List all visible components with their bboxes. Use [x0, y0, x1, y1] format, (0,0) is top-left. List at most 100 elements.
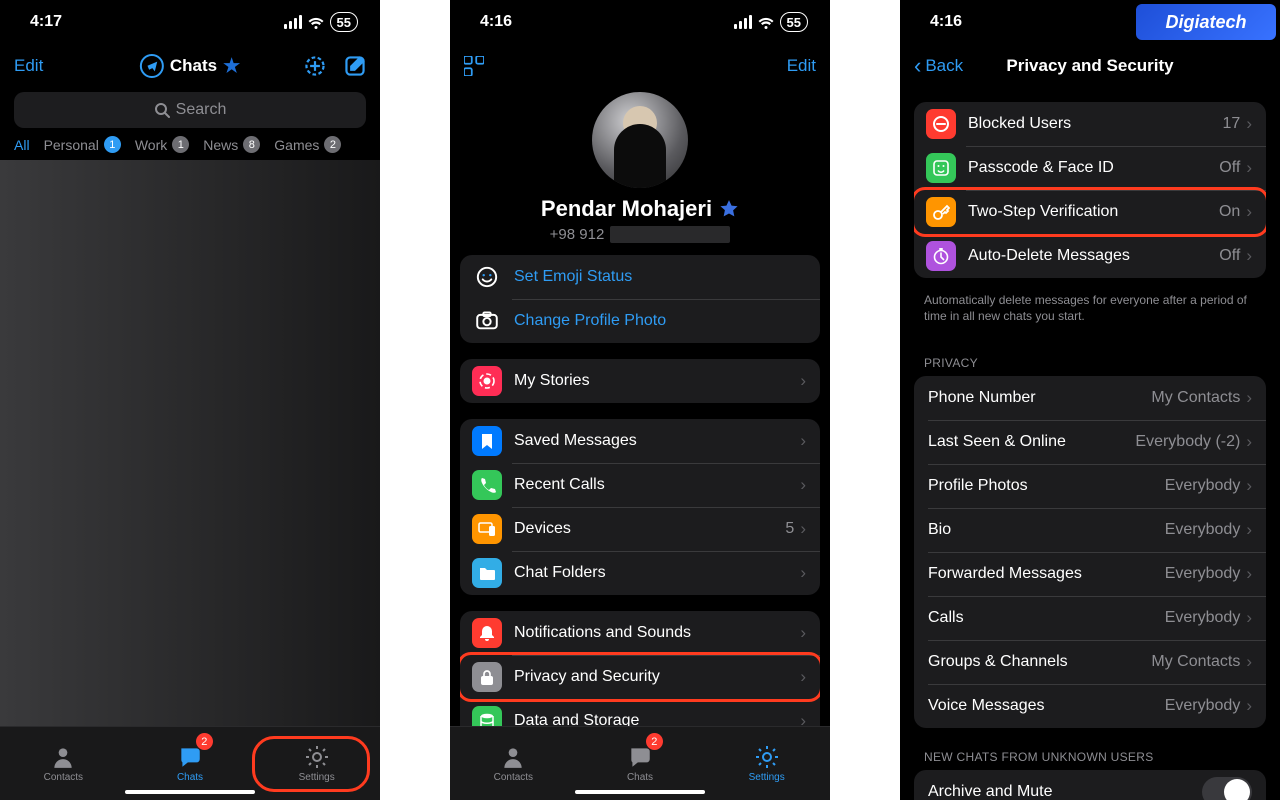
page-title: Privacy and Security [1006, 56, 1173, 76]
lock-icon [472, 662, 502, 692]
battery-indicator: 55 [780, 12, 808, 32]
chevron-right-icon: › [1246, 114, 1252, 134]
gear-icon [754, 744, 780, 770]
filter-personal[interactable]: Personal1 [44, 136, 121, 153]
nav-bar: Edit [450, 44, 830, 88]
brand-logo: Digiatech [1136, 4, 1276, 40]
cell-data-and-storage[interactable]: Data and Storage› [460, 699, 820, 726]
avatar[interactable] [592, 92, 688, 188]
nav-bar: ‹ Back Privacy and Security [900, 44, 1280, 88]
archive-switch[interactable] [1202, 777, 1252, 800]
chevron-right-icon: › [1246, 520, 1252, 540]
filter-work[interactable]: Work1 [135, 136, 189, 153]
chevron-right-icon: › [1246, 608, 1252, 628]
cell-auto-delete-messages[interactable]: Auto-Delete MessagesOff› [914, 234, 1266, 278]
camera-icon [472, 306, 502, 336]
profile-name: Pendar Mohajeri [450, 196, 830, 222]
cell-phone-number[interactable]: Phone NumberMy Contacts› [914, 376, 1266, 420]
tab-settings[interactable]: Settings [703, 727, 830, 800]
settings-group-3: Notifications and Sounds›Privacy and Sec… [460, 611, 820, 726]
qr-icon[interactable] [464, 56, 484, 76]
contacts-icon [50, 744, 76, 770]
chevron-right-icon: › [800, 519, 806, 539]
cell-last-seen-online[interactable]: Last Seen & OnlineEverybody (-2)› [914, 420, 1266, 464]
chevron-right-icon: › [1246, 246, 1252, 266]
cell-recent-calls[interactable]: Recent Calls› [460, 463, 820, 507]
my-stories[interactable]: My Stories › [460, 359, 820, 403]
chevron-right-icon: › [1246, 388, 1252, 408]
stories-icon [472, 366, 502, 396]
chevron-right-icon: › [800, 623, 806, 643]
cell-privacy-and-security[interactable]: Privacy and Security› [460, 655, 820, 699]
profile-actions-group: Set Emoji Status Change Profile Photo [460, 255, 820, 343]
new-chat-icon[interactable] [304, 55, 326, 77]
back-button[interactable]: ‹ Back [914, 53, 963, 79]
nav-bar: Edit Chats ★ [0, 44, 380, 88]
cell-calls[interactable]: CallsEverybody› [914, 596, 1266, 640]
cell-blocked-users[interactable]: Blocked Users17› [914, 102, 1266, 146]
signal-icon [284, 15, 302, 29]
timer-icon [926, 241, 956, 271]
security-group: Blocked Users17›Passcode & Face IDOff›Tw… [914, 102, 1266, 278]
phone-redacted [610, 226, 730, 243]
wifi-icon [308, 16, 324, 29]
tab-settings[interactable]: Settings [253, 727, 380, 800]
star-icon [719, 199, 739, 219]
cell-devices[interactable]: Devices5› [460, 507, 820, 551]
screen-privacy: Digiatech 4:16 ‹ Back Privacy and Securi… [900, 0, 1280, 800]
screen-chats: 4:17 55 Edit Chats ★ Search All Personal1… [0, 0, 380, 800]
cell-notifications-and-sounds[interactable]: Notifications and Sounds› [460, 611, 820, 655]
gear-icon [304, 744, 330, 770]
status-bar: 4:16 55 [450, 0, 830, 44]
tab-bar: Contacts Chats 2 Settings [450, 726, 830, 800]
archive-and-mute[interactable]: Archive and Mute [914, 770, 1266, 800]
cell-two-step-verification[interactable]: Two-Step VerificationOn› [914, 190, 1266, 234]
profile-phone: +98 912 [450, 226, 830, 243]
newchats-header: New Chats from Unknown Users [902, 736, 1278, 770]
bookmark-icon [472, 426, 502, 456]
clock: 4:17 [30, 13, 62, 31]
cell-chat-folders[interactable]: Chat Folders› [460, 551, 820, 595]
chevron-right-icon: › [800, 371, 806, 391]
cell-profile-photos[interactable]: Profile PhotosEverybody› [914, 464, 1266, 508]
telegram-icon [140, 54, 164, 78]
privacy-group: Phone NumberMy Contacts›Last Seen & Onli… [914, 376, 1266, 728]
status-bar: 4:17 55 [0, 0, 380, 44]
chats-badge: 2 [196, 733, 213, 750]
filter-news[interactable]: News8 [203, 136, 260, 153]
cell-voice-messages[interactable]: Voice MessagesEverybody› [914, 684, 1266, 728]
chat-list-mask [0, 160, 380, 726]
chevron-right-icon: › [1246, 696, 1252, 716]
chevron-right-icon: › [800, 475, 806, 495]
compose-icon[interactable] [344, 55, 366, 77]
chevron-right-icon: › [800, 667, 806, 687]
faceid-icon [926, 153, 956, 183]
edit-button[interactable]: Edit [787, 56, 816, 76]
key-icon [926, 197, 956, 227]
filter-games[interactable]: Games2 [274, 136, 341, 153]
change-profile-photo[interactable]: Change Profile Photo [460, 299, 820, 343]
security-footer: Automatically delete messages for everyo… [902, 286, 1278, 342]
cell-passcode-face-id[interactable]: Passcode & Face IDOff› [914, 146, 1266, 190]
set-emoji-status[interactable]: Set Emoji Status [460, 255, 820, 299]
cell-bio[interactable]: BioEverybody› [914, 508, 1266, 552]
tab-contacts[interactable]: Contacts [450, 727, 577, 800]
clock: 4:16 [480, 13, 512, 31]
tab-bar: Contacts Chats 2 Settings [0, 726, 380, 800]
cell-forwarded-messages[interactable]: Forwarded MessagesEverybody› [914, 552, 1266, 596]
tab-contacts[interactable]: Contacts [0, 727, 127, 800]
chevron-right-icon: › [800, 711, 806, 726]
chevron-right-icon: › [1246, 158, 1252, 178]
cell-saved-messages[interactable]: Saved Messages› [460, 419, 820, 463]
filter-all[interactable]: All [14, 137, 30, 153]
block-icon [926, 109, 956, 139]
chevron-right-icon: › [1246, 652, 1252, 672]
folder-icon [472, 558, 502, 588]
chat-filters: All Personal1 Work1 News8 Games2 [0, 136, 380, 161]
screen-settings: 4:16 55 Edit Pendar Mohajeri +98 912 Set… [450, 0, 830, 800]
search-input[interactable]: Search [14, 92, 366, 128]
edit-button[interactable]: Edit [14, 56, 43, 76]
chevron-right-icon: › [800, 563, 806, 583]
chevron-right-icon: › [1246, 432, 1252, 452]
cell-groups-channels[interactable]: Groups & ChannelsMy Contacts› [914, 640, 1266, 684]
